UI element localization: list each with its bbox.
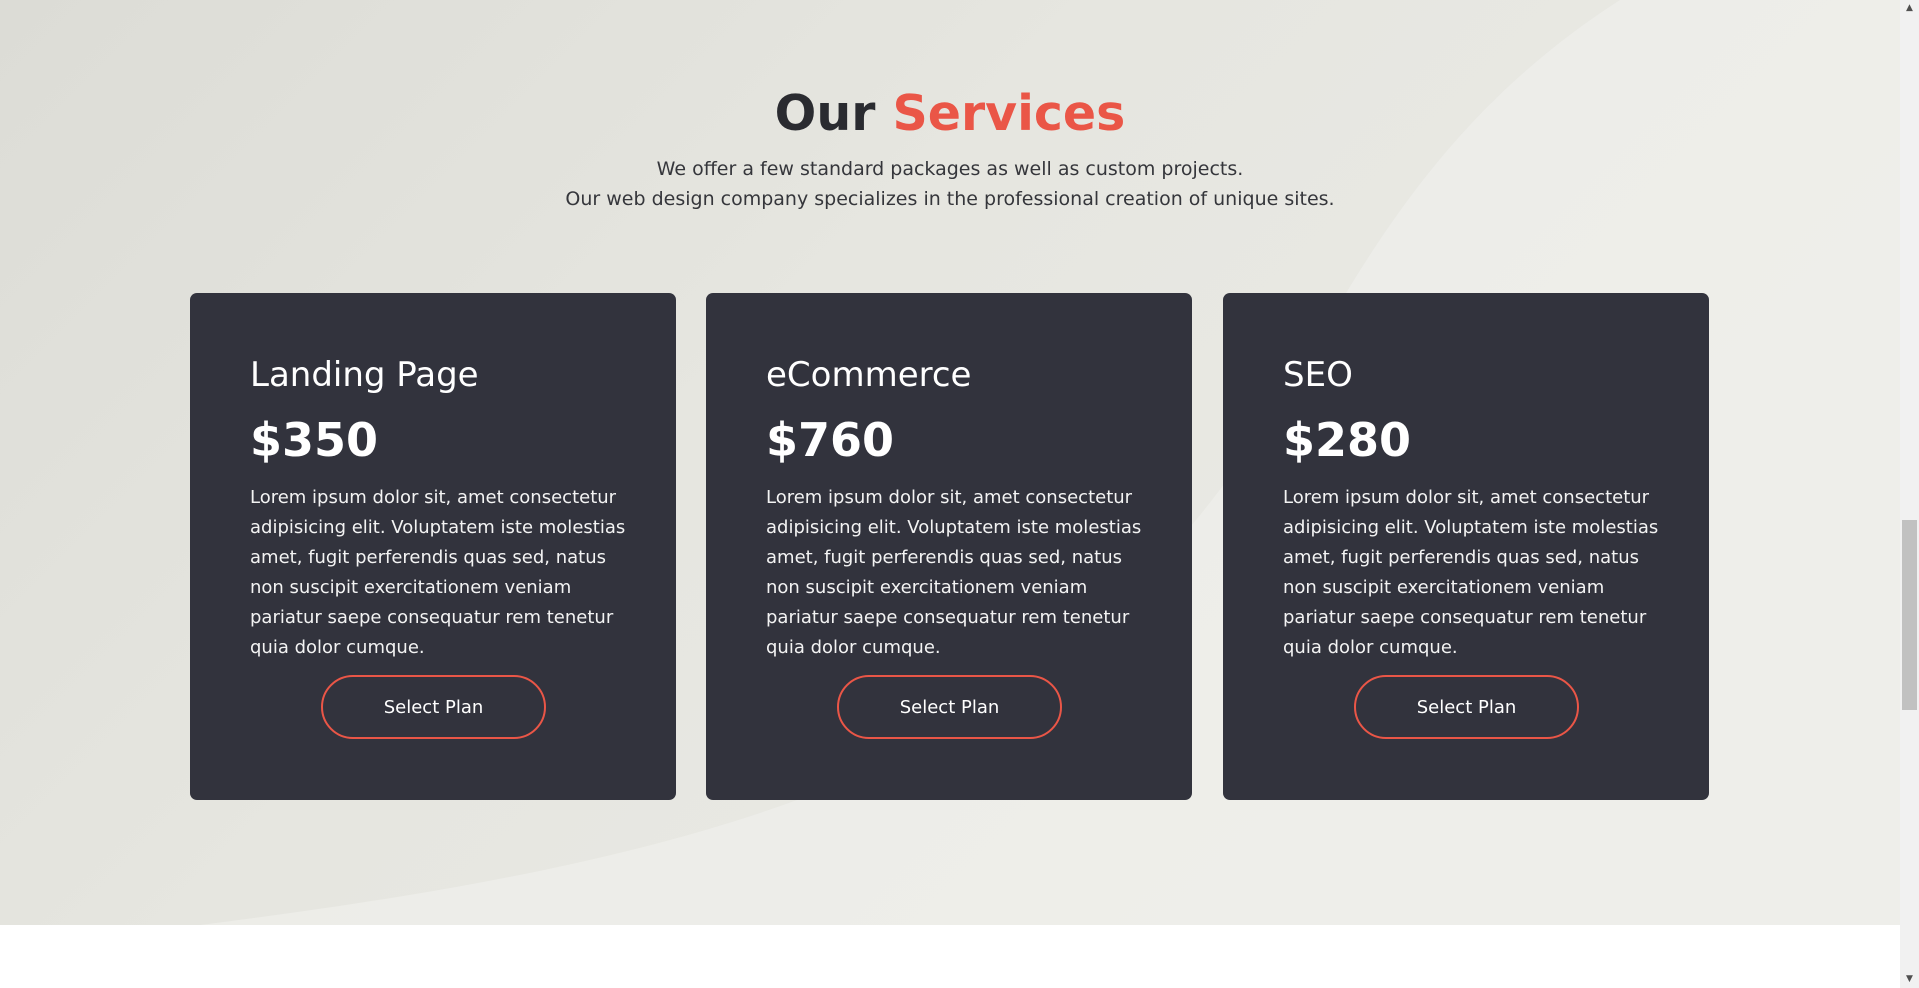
select-plan-button[interactable]: Select Plan: [321, 675, 546, 739]
section-title-prefix: Our: [774, 85, 876, 142]
card-price: $760: [766, 413, 895, 467]
service-card-ecommerce: eCommerce $760 Lorem ipsum dolor sit, am…: [706, 293, 1192, 800]
card-description: Lorem ipsum dolor sit, amet consectetur …: [250, 487, 626, 658]
card-title: SEO: [1283, 355, 1353, 395]
scroll-down-icon[interactable]: ▼: [1900, 971, 1919, 988]
service-card-seo: SEO $280 Lorem ipsum dolor sit, amet con…: [1223, 293, 1709, 800]
card-price: $350: [250, 413, 379, 467]
scrollbar-thumb[interactable]: [1902, 520, 1917, 710]
service-card-landing-page: Landing Page $350 Lorem ipsum dolor sit,…: [190, 293, 676, 800]
section-title: Our Services: [0, 82, 1900, 146]
card-price: $280: [1283, 413, 1412, 467]
section-title-accent: Services: [892, 85, 1126, 142]
section-subtitle-line2: Our web design company specializes in th…: [565, 188, 1335, 210]
vertical-scrollbar[interactable]: ▲ ▼: [1900, 0, 1919, 988]
card-title: Landing Page: [250, 355, 479, 395]
section-subtitle-line1: We offer a few standard packages as well…: [656, 158, 1244, 180]
card-title: eCommerce: [766, 355, 972, 395]
services-section: Our Services We offer a few standard pac…: [0, 0, 1900, 925]
card-description: Lorem ipsum dolor sit, amet consectetur …: [1283, 487, 1659, 658]
select-plan-button[interactable]: Select Plan: [1354, 675, 1579, 739]
page: Our Services We offer a few standard pac…: [0, 0, 1919, 988]
scroll-up-icon[interactable]: ▲: [1900, 0, 1919, 17]
select-plan-button[interactable]: Select Plan: [837, 675, 1062, 739]
card-description: Lorem ipsum dolor sit, amet consectetur …: [766, 487, 1142, 658]
